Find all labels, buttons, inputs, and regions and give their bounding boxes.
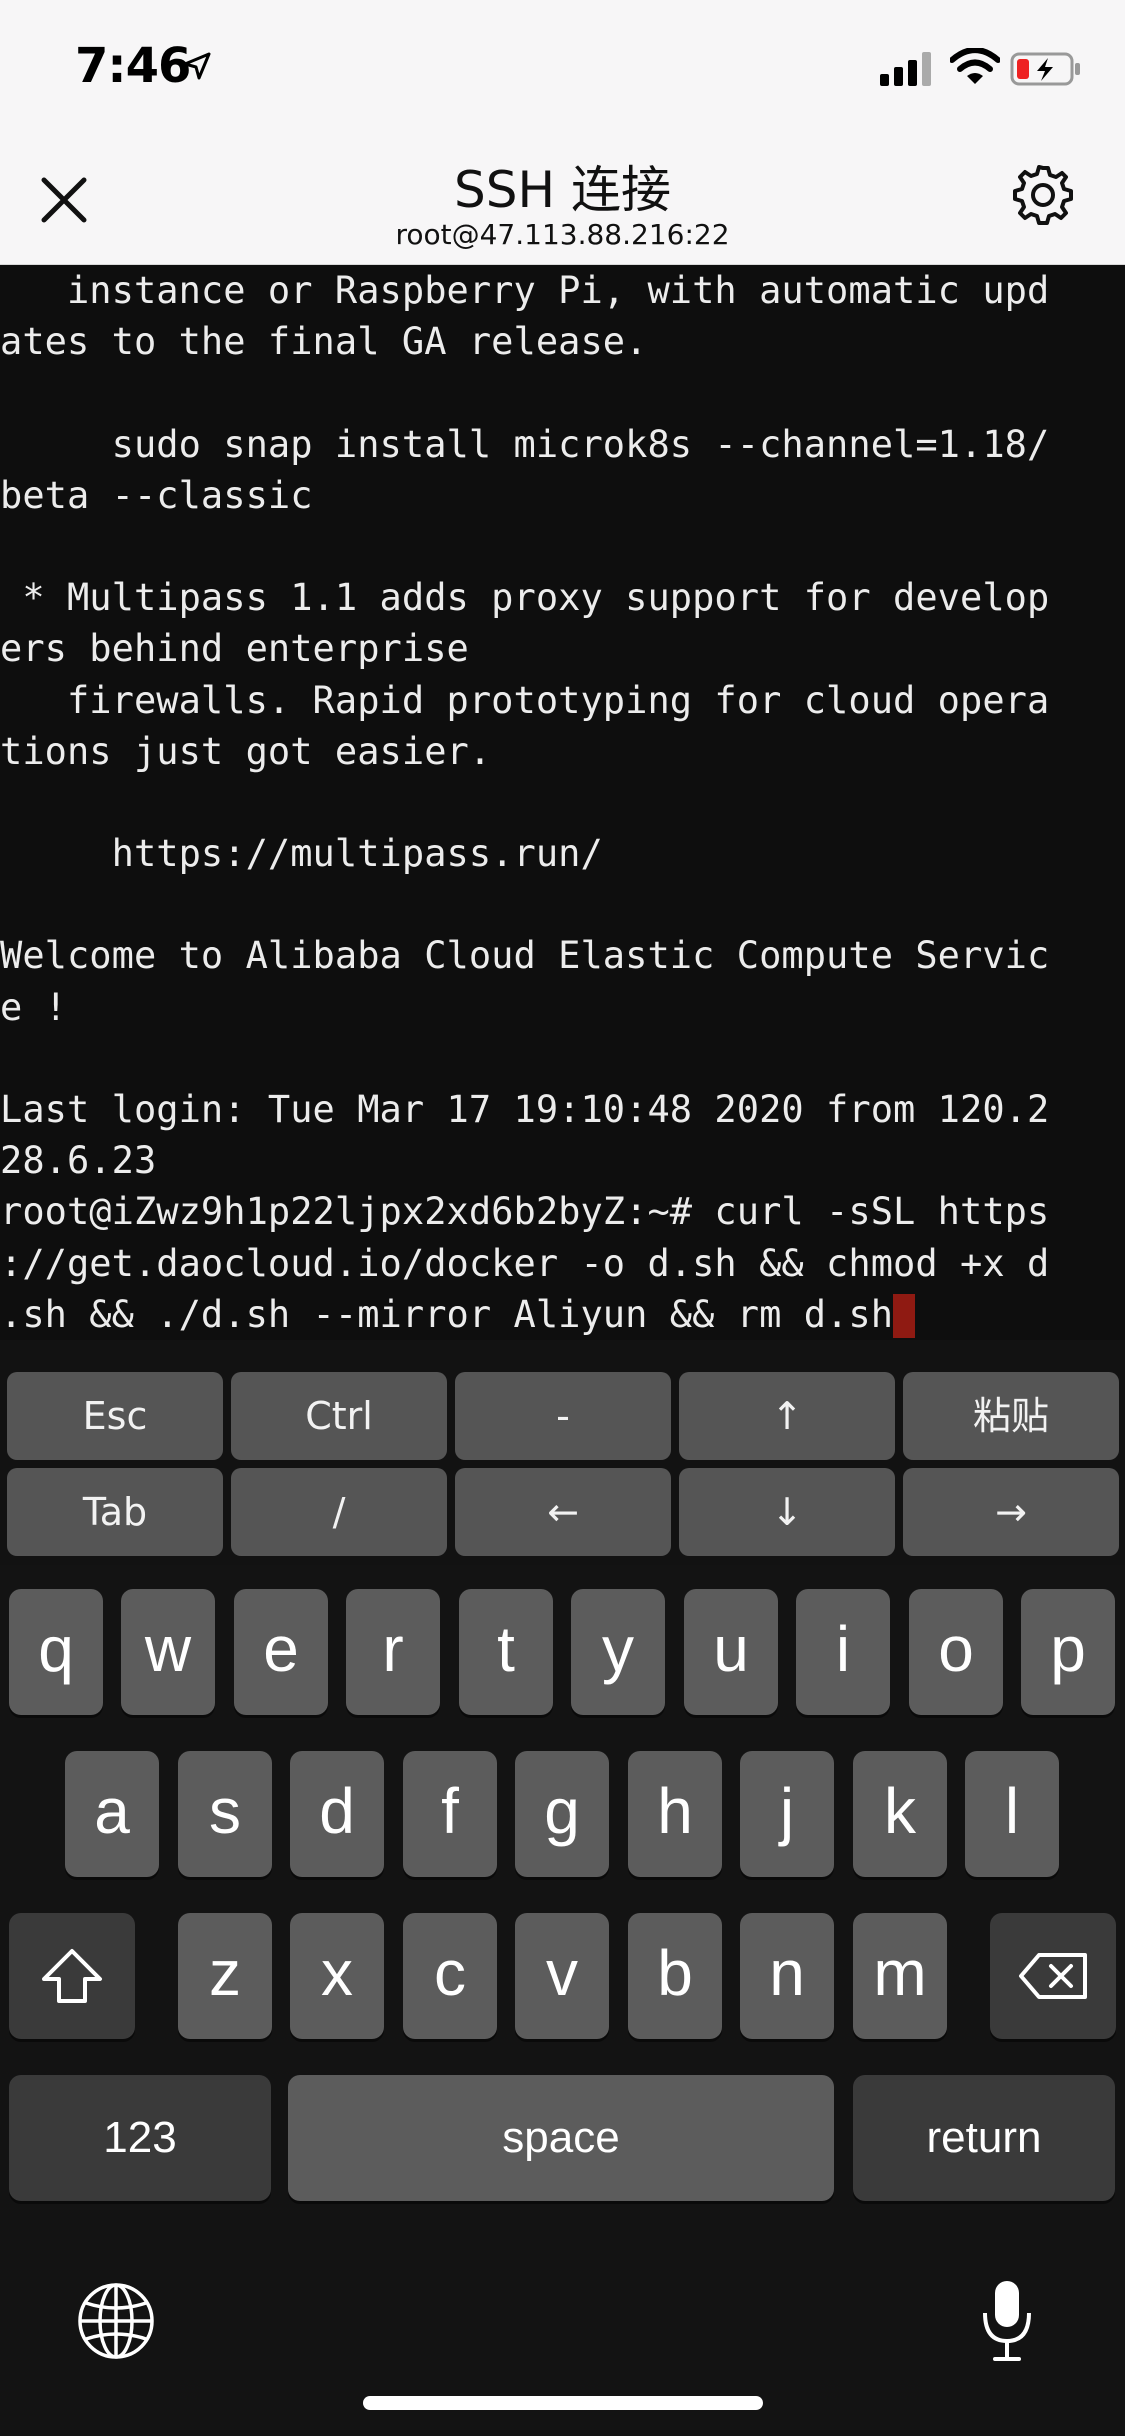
keyboard: q w e r t y u i o p a s d f g h j k l z … [0,1565,1125,2436]
key-t[interactable]: t [459,1589,553,1715]
key-v[interactable]: v [515,1913,609,2039]
dash-key[interactable]: - [455,1372,671,1460]
extra-keys-bar: Esc Ctrl - ↑ 粘贴 Tab / ← ↓ → [0,1360,1125,1560]
battery-icon [1010,52,1080,86]
microphone-icon[interactable] [979,2279,1035,2363]
key-z[interactable]: z [178,1913,272,2039]
key-e[interactable]: e [234,1589,328,1715]
backspace-key[interactable] [990,1913,1116,2039]
key-c[interactable]: c [403,1913,497,2039]
shift-icon [42,1949,102,2003]
key-u[interactable]: u [684,1589,778,1715]
shift-key[interactable] [9,1913,135,2039]
terminal-line: instance or Raspberry Pi, with automatic… [0,269,1050,312]
terminal-line: ://get.daocloud.io/docker -o d.sh && chm… [0,1241,1050,1285]
key-l[interactable]: l [965,1751,1059,1877]
terminal-cursor [893,1294,916,1339]
arrow-up-key[interactable]: ↑ [679,1372,895,1460]
terminal-output[interactable]: instance or Raspberry Pi, with automatic… [0,265,1125,1340]
terminal-line: tions just got easier. [0,729,492,773]
location-arrow-icon [183,52,211,80]
terminal-line: Last login: Tue Mar 17 19:10:48 2020 fro… [0,1088,1050,1131]
arrow-right-key[interactable]: → [903,1468,1119,1556]
key-i[interactable]: i [796,1589,890,1715]
key-p[interactable]: p [1021,1589,1115,1715]
wifi-icon [950,48,1000,84]
paste-key[interactable]: 粘贴 [903,1372,1119,1460]
key-q[interactable]: q [9,1589,103,1715]
terminal-line: beta --classic [0,473,313,517]
key-w[interactable]: w [121,1589,215,1715]
page-title: SSH 连接 [454,161,671,219]
arrow-down-key[interactable]: ↓ [679,1468,895,1556]
home-indicator[interactable] [363,2396,763,2410]
terminal-line: firewalls. Rapid prototyping for cloud o… [0,678,1050,722]
globe-icon[interactable] [76,2281,156,2361]
ctrl-key[interactable]: Ctrl [231,1372,447,1460]
backspace-icon [1019,1953,1087,1999]
connection-address: root@47.113.88.216:22 [395,218,730,251]
key-h[interactable]: h [628,1751,722,1877]
key-y[interactable]: y [571,1589,665,1715]
key-d[interactable]: d [290,1751,384,1877]
key-s[interactable]: s [178,1751,272,1877]
key-m[interactable]: m [853,1913,947,2039]
key-r[interactable]: r [346,1589,440,1715]
nav-bar: SSH 连接 root@47.113.88.216:22 [0,140,1125,265]
terminal-line: ates to the final GA release. [0,320,648,364]
key-j[interactable]: j [740,1751,834,1877]
terminal-input-line: .sh && ./d.sh --mirror Aliyun && rm d.sh [0,1289,1125,1340]
key-b[interactable]: b [628,1913,722,2039]
esc-key[interactable]: Esc [7,1372,223,1460]
key-a[interactable]: a [65,1751,159,1877]
terminal-line: Welcome to Alibaba Cloud Elastic Compute… [0,934,1050,978]
arrow-left-key[interactable]: ← [455,1468,671,1556]
space-key[interactable]: space [288,2075,834,2201]
key-k[interactable]: k [853,1751,947,1877]
cellular-signal-icon [880,52,931,86]
terminal-line: * Multipass 1.1 adds proxy support for d… [0,576,1050,620]
status-bar: 7:46 [0,0,1125,140]
terminal-line: root@iZwz9h1p22ljpx2xd6b2byZ:~# curl -sS… [0,1190,1050,1234]
slash-key[interactable]: / [231,1468,447,1556]
key-o[interactable]: o [909,1589,1003,1715]
return-key[interactable]: return [853,2075,1115,2201]
tab-key[interactable]: Tab [7,1468,223,1556]
terminal-line: 28.6.23 [0,1139,157,1183]
key-g[interactable]: g [515,1751,609,1877]
terminal-line: e ! [0,985,67,1029]
key-x[interactable]: x [290,1913,384,2039]
key-n[interactable]: n [740,1913,834,2039]
numbers-key[interactable]: 123 [9,2075,271,2201]
terminal-line: https://multipass.run/ [0,832,603,876]
status-time: 7:46 [75,38,191,94]
gear-icon[interactable] [1010,162,1076,228]
terminal-line-text: .sh && ./d.sh --mirror Aliyun && rm d.sh [0,1292,894,1336]
terminal-line: ers behind enterprise [0,627,469,671]
key-f[interactable]: f [403,1751,497,1877]
terminal-line: sudo snap install microk8s --channel=1.1… [0,422,1050,466]
